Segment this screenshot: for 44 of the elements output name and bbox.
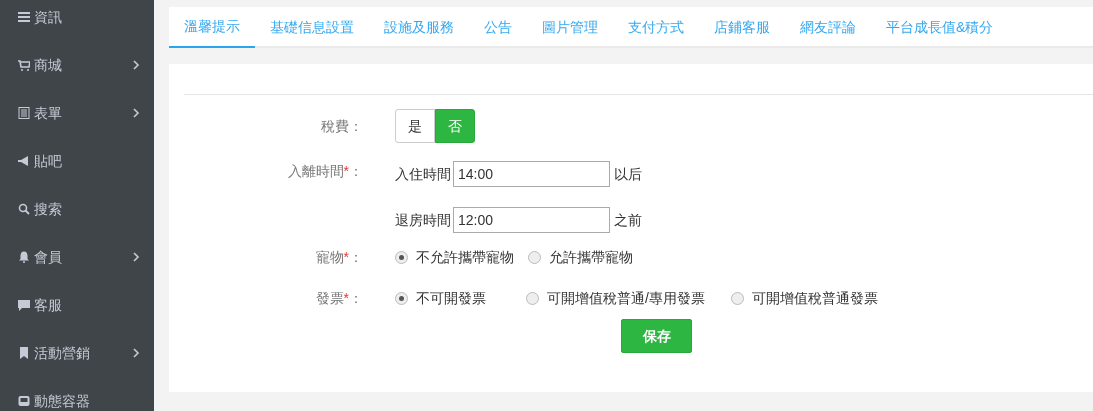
radio-label: 不可開發票 (416, 288, 486, 308)
search-icon (18, 203, 30, 215)
cart-icon (18, 59, 30, 71)
radio-label: 允許攜帶寵物 (549, 247, 633, 267)
sidebar-item[interactable]: 貼吧 (0, 137, 154, 185)
radio-option[interactable]: 不可開發票 (395, 287, 486, 309)
sidebar-item[interactable]: 資訊 (0, 0, 154, 41)
time-suffix: 以后 (614, 164, 642, 184)
list-icon (18, 11, 30, 23)
time-suffix: 之前 (614, 210, 642, 230)
sidebar-item[interactable]: 動態容器 (0, 377, 154, 411)
radio-option[interactable]: 不允許攜帶寵物 (395, 246, 514, 268)
field-label: 稅費： (320, 117, 364, 136)
field-label: 入離時間*： (286, 162, 364, 181)
sidebar-item[interactable]: 客服 (0, 281, 154, 329)
radio-option[interactable]: 可開增值稅普通發票 (730, 287, 878, 309)
field-label: 寵物*： (314, 248, 364, 267)
sidebar-item[interactable]: 活動營銷 (0, 329, 154, 377)
chat-icon (18, 299, 30, 311)
radio-button[interactable] (395, 291, 408, 305)
radio-option[interactable]: 允許攜帶寵物 (528, 246, 633, 268)
radio-button[interactable] (528, 250, 541, 264)
sidebar-item[interactable]: 商城 (0, 41, 154, 89)
bookmark-icon (18, 347, 30, 359)
radio-button[interactable] (395, 250, 408, 264)
radio-button[interactable] (730, 291, 744, 305)
sidebar-item[interactable]: 表單 (0, 89, 154, 137)
inbox-icon (18, 395, 30, 407)
radio-option[interactable]: 可開增值稅普通/專用發票 (526, 287, 705, 309)
radio-button[interactable] (526, 291, 539, 305)
time-label: 入住時間 (395, 164, 451, 184)
time-label: 退房時間 (395, 210, 451, 230)
time-input[interactable]: 14:00 (453, 161, 610, 187)
bell-icon (18, 251, 30, 263)
megaphone-icon (18, 155, 30, 167)
time-input[interactable]: 12:00 (453, 207, 610, 233)
field-label: 發票*： (314, 289, 364, 308)
radio-label: 可開增值稅普通發票 (751, 288, 878, 308)
toggle-button[interactable]: 是 (395, 109, 435, 143)
form-icon (18, 107, 30, 119)
sidebar-item[interactable]: 搜索 (0, 185, 154, 233)
sidebar-item[interactable]: 會員 (0, 233, 154, 281)
radio-label: 可開增值稅普通/專用發票 (547, 288, 705, 308)
radio-label: 不允許攜帶寵物 (416, 247, 514, 267)
